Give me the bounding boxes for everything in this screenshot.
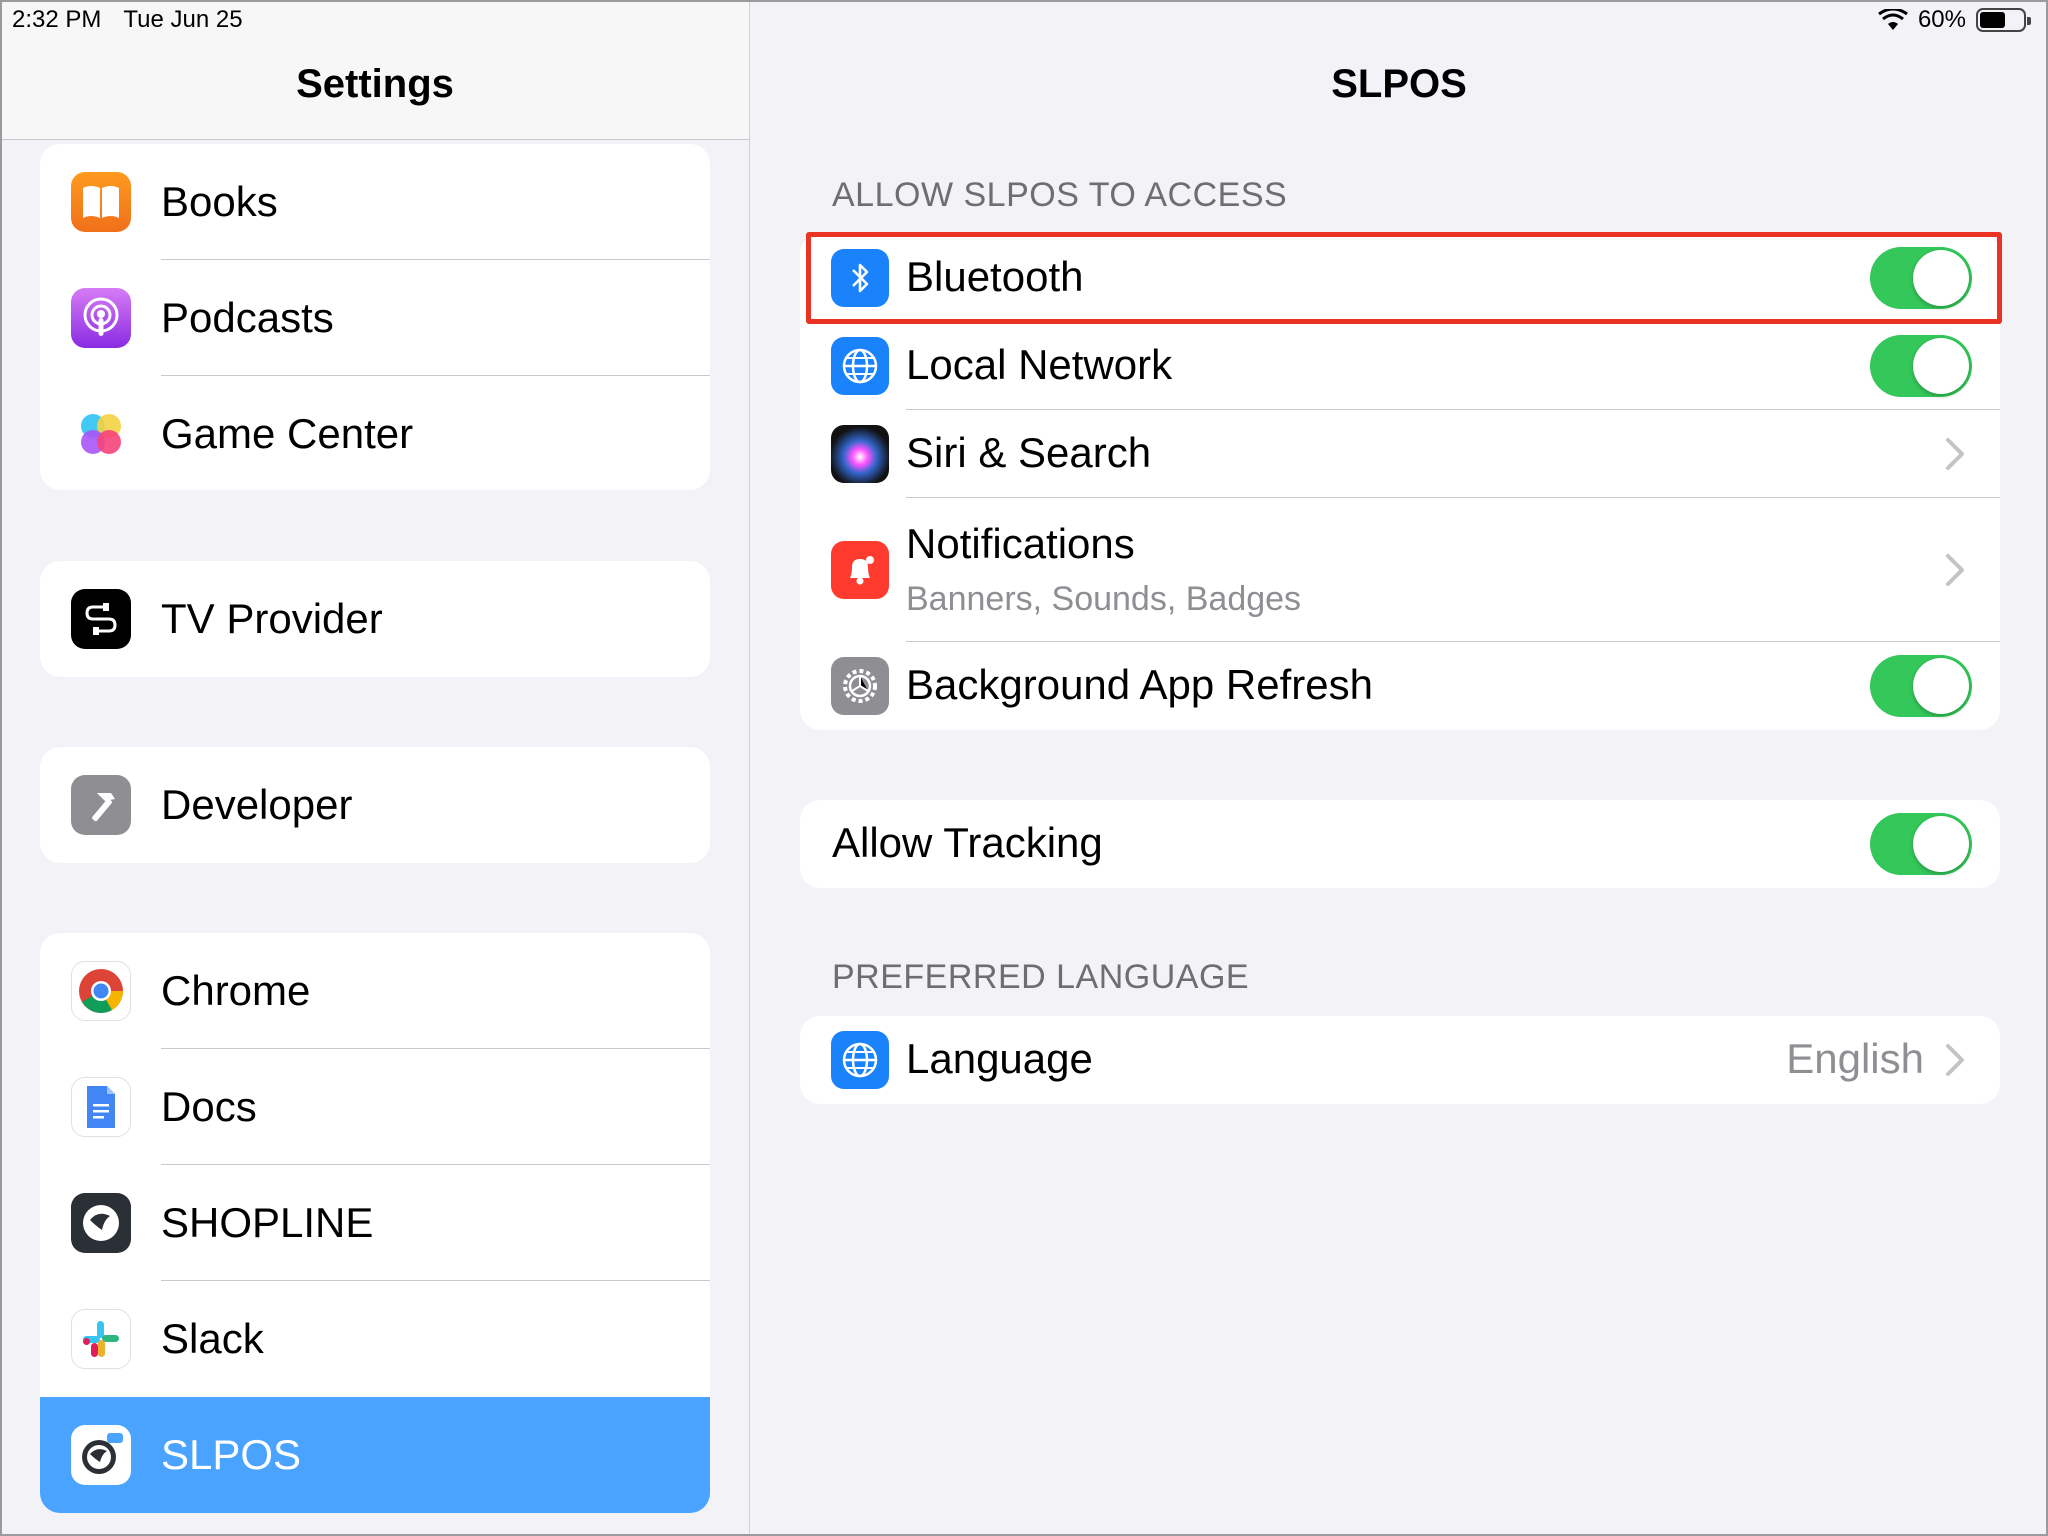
sidebar-item-chrome[interactable]: Chrome bbox=[40, 933, 710, 1049]
local-network-toggle[interactable] bbox=[1870, 335, 1972, 397]
sidebar-item-books[interactable]: Books bbox=[40, 144, 710, 260]
books-icon bbox=[71, 172, 131, 232]
row-label: Background App Refresh bbox=[906, 661, 1373, 708]
chrome-icon bbox=[71, 961, 131, 1021]
toggle-knob bbox=[1913, 816, 1969, 872]
sidebar-item-game-center[interactable]: Game Center bbox=[40, 376, 710, 490]
background-refresh-toggle[interactable] bbox=[1870, 655, 1972, 717]
language-card: Language English bbox=[800, 1016, 2000, 1104]
sidebar-item-docs[interactable]: Docs bbox=[40, 1049, 710, 1165]
tracking-card: Allow Tracking bbox=[800, 800, 2000, 888]
sidebar-title: Settings bbox=[296, 62, 454, 106]
row-label: Language bbox=[906, 1035, 1093, 1082]
wifi-icon bbox=[1878, 9, 1908, 30]
date: Tue Jun 25 bbox=[123, 6, 243, 33]
siri-icon bbox=[831, 425, 889, 483]
status-time: 2:32 PM Tue Jun 25 bbox=[12, 6, 265, 34]
gear-icon bbox=[831, 657, 889, 715]
sidebar-header: 2:32 PM Tue Jun 25 Settings bbox=[0, 0, 749, 140]
sidebar-group-apps: Chrome Docs SHOPLINE Slack SLPOS bbox=[40, 933, 710, 1513]
sidebar-item-developer[interactable]: Developer bbox=[40, 747, 710, 863]
row-label: Local Network bbox=[906, 341, 1173, 388]
sidebar-group-developer: Developer bbox=[40, 747, 710, 863]
sidebar-item-label: SLPOS bbox=[161, 1431, 302, 1478]
sidebar-item-label: Podcasts bbox=[161, 294, 334, 341]
toggle-knob bbox=[1913, 338, 1969, 394]
globe-icon bbox=[831, 337, 889, 395]
row-notifications[interactable]: Notifications Banners, Sounds, Badges bbox=[800, 498, 2000, 642]
sidebar-item-tv-provider[interactable]: TV Provider bbox=[40, 561, 710, 677]
chevron-right-icon bbox=[1946, 1044, 1964, 1076]
slpos-icon bbox=[71, 1425, 131, 1485]
row-local-network: Local Network bbox=[800, 322, 2000, 410]
status-indicators: 60% bbox=[1878, 6, 2031, 34]
row-sublabel: Banners, Sounds, Badges bbox=[906, 580, 1302, 618]
language-value: English bbox=[1786, 1035, 1924, 1082]
docs-icon bbox=[71, 1077, 131, 1137]
globe-icon bbox=[831, 1031, 889, 1089]
row-language[interactable]: Language English bbox=[800, 1016, 2000, 1104]
battery-level bbox=[1980, 12, 2006, 28]
sidebar-item-label: Books bbox=[161, 178, 278, 225]
section-header-language: PREFERRED LANGUAGE bbox=[832, 958, 1250, 996]
battery-icon bbox=[1976, 8, 2031, 32]
slack-icon bbox=[71, 1309, 131, 1369]
sidebar-item-label: Docs bbox=[161, 1083, 257, 1130]
chevron-right-icon bbox=[1946, 438, 1964, 470]
highlight-box bbox=[806, 232, 2002, 324]
section-header-access: ALLOW SLPOS TO ACCESS bbox=[832, 176, 1288, 214]
sidebar-item-label: Chrome bbox=[161, 967, 311, 1014]
tv-provider-icon bbox=[71, 589, 131, 649]
developer-icon bbox=[71, 775, 131, 835]
game-center-icon bbox=[71, 404, 131, 464]
shopline-icon bbox=[71, 1193, 131, 1253]
sidebar-item-slpos[interactable]: SLPOS bbox=[40, 1397, 710, 1513]
row-label: Notifications bbox=[906, 520, 1135, 567]
sidebar-item-shopline[interactable]: SHOPLINE bbox=[40, 1165, 710, 1281]
row-allow-tracking: Allow Tracking bbox=[800, 800, 2000, 888]
clock: 2:32 PM bbox=[12, 6, 102, 33]
toggle-knob bbox=[1913, 658, 1969, 714]
sidebar-item-label: Developer bbox=[161, 781, 353, 828]
page-title: SLPOS bbox=[1331, 62, 1467, 106]
sidebar-item-label: SHOPLINE bbox=[161, 1199, 374, 1246]
sidebar-item-label: Game Center bbox=[161, 410, 414, 457]
sidebar: 2:32 PM Tue Jun 25 Settings Books Podcast… bbox=[0, 0, 750, 1536]
sidebar-item-podcasts[interactable]: Podcasts bbox=[40, 260, 710, 376]
chevron-right-icon bbox=[1946, 554, 1964, 586]
bell-icon bbox=[831, 541, 889, 599]
sidebar-group-tv: TV Provider bbox=[40, 561, 710, 677]
sidebar-item-slack[interactable]: Slack bbox=[40, 1281, 710, 1397]
row-background-refresh: Background App Refresh bbox=[800, 642, 2000, 730]
sidebar-item-label: TV Provider bbox=[161, 595, 383, 642]
allow-tracking-toggle[interactable] bbox=[1870, 813, 1972, 875]
row-label: Siri & Search bbox=[906, 429, 1152, 476]
battery-percent: 60% bbox=[1917, 6, 1966, 33]
row-siri-search[interactable]: Siri & Search bbox=[800, 410, 2000, 498]
row-label: Allow Tracking bbox=[832, 819, 1103, 866]
sidebar-item-label: Slack bbox=[161, 1315, 264, 1362]
podcasts-icon bbox=[71, 288, 131, 348]
sidebar-group-media: Books Podcasts Game Center bbox=[40, 144, 710, 490]
